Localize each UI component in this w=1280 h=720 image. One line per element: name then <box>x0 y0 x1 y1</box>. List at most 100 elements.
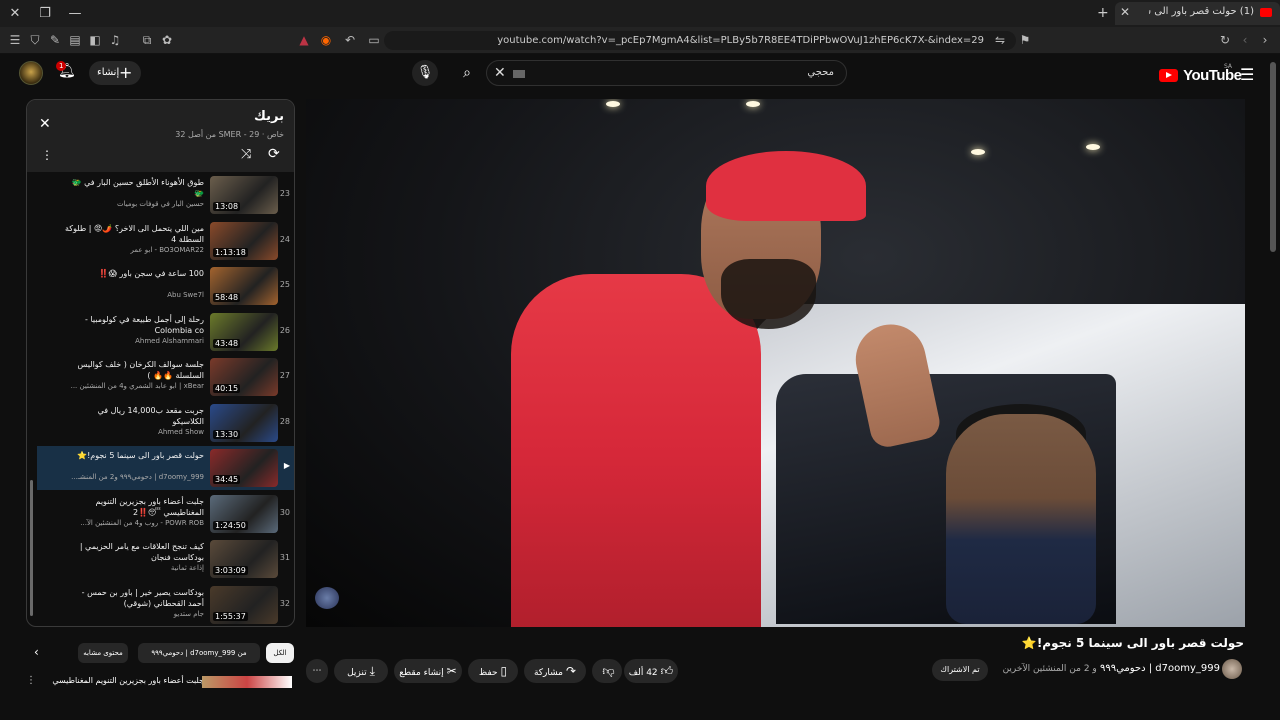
shuffle-icon[interactable]: ⤨ <box>241 147 251 162</box>
more-actions-button[interactable]: ⋯ <box>306 659 328 683</box>
window-maximize-icon[interactable]: ❐ <box>36 5 54 23</box>
playlist-scrollbar[interactable] <box>30 480 33 616</box>
playlist-more-icon[interactable]: ⋮ <box>41 148 53 162</box>
playlist-item-title[interactable]: طوق الأهوناء الأطلق حسين البار في 🐲🐲 <box>64 177 204 199</box>
playlist-item-channel[interactable]: Ahmed Alshammari <box>64 337 204 345</box>
search-button[interactable]: ⌕ <box>452 60 482 86</box>
chip-from-channel[interactable]: من d7oomy_999 | دحومي٩٩٩ <box>138 643 260 663</box>
playlist-item[interactable]: 27 40:15 جلسة سوالف الكرخان ( خلف كواليس ا… <box>37 355 294 399</box>
back-arrow-icon[interactable]: ↶ <box>342 32 358 48</box>
search-input[interactable]: ✕ محجي <box>486 60 847 86</box>
create-button[interactable]: إنشاء + <box>89 61 141 85</box>
cast-icon[interactable]: ▭ <box>366 32 382 48</box>
playlist-item-thumbnail[interactable]: 3:03:09 <box>210 540 278 578</box>
menu-icon[interactable]: ☰ <box>7 32 23 48</box>
brave-shield-icon[interactable]: ◉ <box>318 32 334 48</box>
playlist-item-index: 27 <box>279 371 290 380</box>
new-tab-button[interactable]: + <box>1097 5 1109 21</box>
window-close-icon[interactable]: ✕ <box>6 5 24 23</box>
browser-tab-active[interactable]: ✕ (1) حولت قصر باور الى سينما 5 <box>1115 2 1280 25</box>
save-button[interactable]: ▯حفظ <box>468 659 518 683</box>
playlist-item[interactable]: 31 3:03:09 كيف تنجح العلاقات مع يامر الحزي… <box>37 537 294 581</box>
chip-all[interactable]: الكل <box>266 643 294 663</box>
loop-icon[interactable]: ⟳ <box>268 146 280 162</box>
guide-menu-icon[interactable]: ☰ <box>1240 65 1254 84</box>
playlist-item-channel[interactable]: إذاعة ثمانية <box>64 564 204 572</box>
share-page-icon[interactable]: ⇋ <box>992 32 1008 48</box>
back-icon[interactable]: ‹ <box>1237 32 1253 48</box>
playlist-item-title[interactable]: جربت مقعد ب14,000 ريال في الكلاسيكو <box>64 405 204 427</box>
chip-similar[interactable]: محتوى مشابه <box>78 643 128 663</box>
playlist-item-thumbnail[interactable]: 43:48 <box>210 312 278 351</box>
bookmark-icon[interactable]: ⚑ <box>1017 32 1033 48</box>
playlist-item-thumbnail[interactable]: 13:08 <box>210 176 278 214</box>
chevron-left-icon[interactable]: ‹ <box>34 645 39 659</box>
playlist-item-thumbnail[interactable]: 40:15 <box>210 358 278 396</box>
playlist-item-channel[interactable]: d7oomy_999 | دحومي٩٩٩ و2 من المنشـ... <box>64 473 204 481</box>
playlist-item-channel[interactable]: xBear | ابو عابد الشمري و4 من المنشئين .… <box>64 382 204 390</box>
clip-button[interactable]: ✂إنشاء مقطع <box>394 659 462 683</box>
pencil-icon[interactable]: ✎ <box>47 32 63 48</box>
notifications-bell-icon[interactable]: 🔔︎ 1 <box>56 61 76 79</box>
shield-icon[interactable]: ⛉ <box>27 32 43 48</box>
playlist-item-title[interactable]: مين اللي يتحمل الى الاخر؟ 🌶️😡 | طلوكة ال… <box>64 223 204 245</box>
playlist-item-channel[interactable]: Ahmed Show <box>64 428 204 436</box>
sidebar-icon[interactable]: ◧ <box>87 32 103 48</box>
browser-toolbar: ☰ ⛉ ✎ ▤ ◧ ♫ ⧉ ✿ ▲ ◉ ↶ ▭ youtube.com/watc… <box>0 27 1280 54</box>
playlist-item-thumbnail[interactable]: 1:24:50 <box>210 494 278 533</box>
clear-search-icon[interactable]: ✕ <box>494 65 506 81</box>
more-vertical-icon[interactable]: ⋮ <box>26 675 36 686</box>
playlist-item[interactable]: 25 58:48 100 ساعة في سجن باور 😱‼️ Abu Swe7l <box>37 264 294 308</box>
address-bar[interactable]: youtube.com/watch?v=_pcEp7MgmA4&list=PLB… <box>384 31 1016 50</box>
playlist-item[interactable]: 30 1:24:50 جلبت أعضاء باور بجزيرين التنويم… <box>37 492 294 536</box>
playlist-item-title[interactable]: جلبت أعضاء باور بجزيرين التنويم المغناطي… <box>64 496 205 518</box>
playlist-item[interactable]: ▶ 34:45 حولت قصر باور الى سينما 5 نجوم!⭐ d7… <box>37 446 294 490</box>
vpn-icon[interactable]: ▲ <box>296 32 312 48</box>
playlist-item[interactable]: 23 13:08 طوق الأهوناء الأطلق حسين البار في… <box>37 173 294 217</box>
window-minimize-icon[interactable]: — <box>66 5 84 23</box>
youtube-logo[interactable]: YouTube SA <box>1159 63 1242 84</box>
playlist-item-title[interactable]: جلسة سوالف الكرخان ( خلف كواليس السلسلة … <box>64 359 204 381</box>
playlist-item[interactable]: 24 1:13:18 مين اللي يتحمل الى الاخر؟ 🌶️😡 |… <box>37 219 294 263</box>
playlist-item[interactable]: 26 43:48 رحلة إلى أجمل طبيعة في كولومبيا -… <box>37 310 294 354</box>
screenshot-icon[interactable]: ⧉ <box>139 32 155 48</box>
playlist-item-thumbnail[interactable]: 34:45 <box>210 449 278 487</box>
channel-watermark-icon[interactable] <box>315 587 339 609</box>
playlist-item-channel[interactable]: جام ستديو <box>64 610 204 618</box>
extensions-icon[interactable]: ✿ <box>159 32 175 48</box>
recommendation-item[interactable]: ⋮ جلبت أعضاء باور بجزيرين التنويم المغنا… <box>26 675 296 688</box>
download-button[interactable]: ⤓تنزيل <box>334 659 388 683</box>
music-icon[interactable]: ♫ <box>107 32 123 48</box>
playlist-item-channel[interactable]: BO3OMAR22 - ابو عمر <box>64 246 204 254</box>
like-button[interactable]: 👍︎42 ألف <box>624 659 678 683</box>
account-avatar[interactable] <box>19 61 43 85</box>
tab-close-icon[interactable]: ✕ <box>1120 5 1130 19</box>
history-icon[interactable]: ▤ <box>67 32 83 48</box>
playlist-item-channel[interactable]: Abu Swe7l <box>64 291 204 299</box>
page-scrollbar[interactable] <box>1270 62 1276 252</box>
playlist-item-title[interactable]: 100 ساعة في سجن باور 😱‼️ <box>64 268 204 279</box>
video-player[interactable] <box>306 99 1245 627</box>
close-playlist-icon[interactable]: ✕ <box>39 116 51 132</box>
notification-badge: 1 <box>56 61 67 71</box>
reload-icon[interactable]: ↻ <box>1217 32 1233 48</box>
playlist-item-channel[interactable]: حسين البار في قوفات بوميات <box>64 200 204 208</box>
dislike-button[interactable]: 👎︎ <box>592 659 622 683</box>
playlist-item-title[interactable]: كيف تنجح العلاقات مع يامر الحزيمي | بودك… <box>64 541 204 563</box>
video-frame <box>306 99 1245 627</box>
recommendation-thumbnail[interactable] <box>202 676 292 688</box>
share-button[interactable]: ↷مشاركة <box>524 659 586 683</box>
playlist-item[interactable]: 32 1:55:37 بودكاست يصير خير | باور بن حمس … <box>37 583 294 627</box>
playlist-item-title[interactable]: بودكاست يصير خير | باور بن حمس - أحمد ال… <box>64 587 204 609</box>
playlist-item-thumbnail[interactable]: 13:30 <box>210 403 278 442</box>
playlist-item[interactable]: 28 13:30 جربت مقعد ب14,000 ريال في الكلاسي… <box>37 401 294 445</box>
playlist-item-thumbnail[interactable]: 58:48 <box>210 267 278 305</box>
playlist-item-channel[interactable]: POWR ROB - روب و4 من المنشئين الآ... <box>64 519 204 527</box>
playlist-item-thumbnail[interactable]: 1:55:37 <box>210 585 278 624</box>
forward-icon[interactable]: › <box>1257 32 1273 48</box>
playlist-item-title[interactable]: رحلة إلى أجمل طبيعة في كولومبيا - Colomb… <box>64 314 204 336</box>
playlist-title[interactable]: بريك <box>254 109 284 124</box>
voice-search-mic-icon[interactable]: 🎙︎ <box>412 60 438 86</box>
playlist-item-thumbnail[interactable]: 1:13:18 <box>210 221 278 260</box>
playlist-item-title[interactable]: حولت قصر باور الى سينما 5 نجوم!⭐ <box>64 450 204 461</box>
